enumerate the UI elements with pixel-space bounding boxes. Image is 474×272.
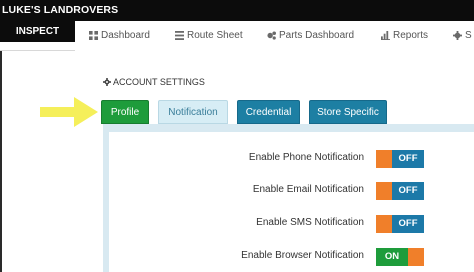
toggle-handle: [376, 150, 392, 168]
nav-item-route-sheet[interactable]: Route Sheet: [175, 30, 243, 41]
toggle-state-on: ON: [376, 248, 408, 266]
nav-item-settings-label: S: [465, 30, 472, 41]
nav-item-settings[interactable]: S: [453, 30, 472, 41]
tab-inspect[interactable]: INSPECT: [0, 21, 75, 44]
nav-item-reports-label: Reports: [393, 30, 429, 41]
app-title: LUKE'S LANDROVERS: [2, 4, 119, 16]
toggle-handle: [408, 248, 424, 266]
nav-item-dashboard-label: Dashboard: [101, 30, 150, 41]
sms-notification-toggle[interactable]: OFF: [376, 215, 424, 233]
nav-item-reports[interactable]: Reports: [381, 30, 428, 41]
nav-item-dashboard[interactable]: Dashboard: [89, 30, 150, 41]
gear-icon: [103, 78, 111, 86]
nav-item-parts-dashboard[interactable]: Parts Dashboard: [267, 30, 354, 41]
nav-item-route-sheet-label: Route Sheet: [187, 30, 243, 41]
email-notification-label: Enable Email Notification: [252, 184, 364, 195]
title-bar: LUKE'S LANDROVERS: [0, 0, 474, 21]
toggle-state-off: OFF: [392, 182, 424, 200]
toggle-state-off: OFF: [392, 215, 424, 233]
sms-notification-label: Enable SMS Notification: [256, 217, 364, 228]
bar-chart-icon: [381, 31, 390, 40]
browser-notification-label: Enable Browser Notification: [241, 250, 364, 261]
toggle-handle: [376, 182, 392, 200]
phone-notification-toggle[interactable]: OFF: [376, 150, 424, 168]
list-icon: [175, 31, 184, 40]
grid-icon: [89, 31, 98, 40]
account-settings-title: ACCOUNT SETTINGS: [113, 77, 205, 87]
left-edge-shade: [0, 51, 2, 272]
phone-notification-label: Enable Phone Notification: [248, 152, 364, 163]
account-settings-heading: ACCOUNT SETTINGS: [103, 77, 205, 87]
browser-notification-toggle[interactable]: ON: [376, 248, 424, 266]
tab-credential[interactable]: Credential: [237, 100, 300, 124]
app-window: LUKE'S LANDROVERS INSPECT Dashboard Rout…: [0, 0, 474, 272]
settings-panel: Enable Phone Notification OFF Enable Ema…: [103, 124, 474, 272]
toggle-state-off: OFF: [392, 150, 424, 168]
toggle-handle: [376, 215, 392, 233]
tab-store-specific[interactable]: Store Specific: [309, 100, 387, 124]
tab-profile[interactable]: Profile: [101, 100, 149, 124]
main-nav: INSPECT Dashboard Route Sheet Parts Dash…: [0, 21, 474, 51]
nav-item-parts-dashboard-label: Parts Dashboard: [279, 30, 355, 41]
email-notification-toggle[interactable]: OFF: [376, 182, 424, 200]
tab-notification[interactable]: Notification: [158, 100, 228, 124]
settings-panel-body: Enable Phone Notification OFF Enable Ema…: [109, 132, 474, 272]
annotation-arrow-icon: [40, 97, 98, 127]
gears-icon: [267, 31, 276, 40]
gear-icon: [453, 31, 462, 40]
